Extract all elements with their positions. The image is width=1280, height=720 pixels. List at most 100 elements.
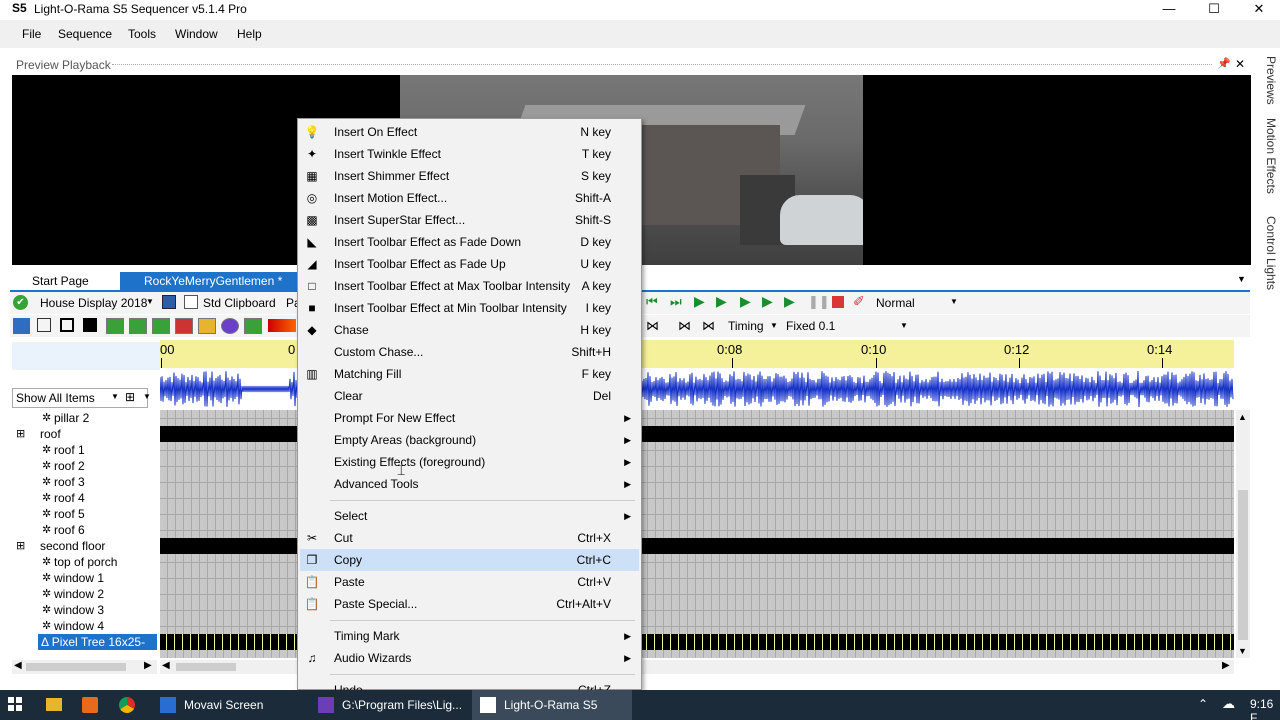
superstar-tool-icon[interactable]: [244, 318, 262, 334]
list-scroll-thumb[interactable]: [26, 663, 126, 671]
menu-item-insert-toolbar-effect-as-fade-up[interactable]: ◢ Insert Toolbar Effect as Fade Up U key: [300, 253, 639, 275]
media-player-icon[interactable]: [82, 697, 98, 713]
timing-tool-icon-2[interactable]: ⋈: [678, 318, 691, 334]
start-windows-icon[interactable]: [8, 697, 22, 711]
menu-item-chase[interactable]: ◆ Chase H key: [300, 319, 639, 341]
side-tab-previews[interactable]: Previews: [1256, 56, 1278, 105]
play-icon[interactable]: ▶: [694, 293, 705, 310]
save-icon[interactable]: [162, 295, 176, 309]
fixed-dropdown-icon[interactable]: ▼: [900, 321, 908, 330]
menu-item-insert-superstar-effect[interactable]: ▩ Insert SuperStar Effect... Shift-S: [300, 209, 639, 231]
tab-rockyemerrygentlemen[interactable]: RockYeMerryGentlemen *: [120, 272, 300, 291]
channel-row[interactable]: ✲ roof 3: [12, 474, 157, 490]
timing-dropdown-icon[interactable]: ▼: [770, 321, 778, 330]
horizontal-scroll-thumb[interactable]: [176, 663, 236, 671]
menu-item-paste-special[interactable]: 📋 Paste Special... Ctrl+Alt+V: [300, 593, 639, 615]
pause-icon[interactable]: ❚❚: [808, 294, 830, 310]
menu-item-existing-effects-foreground[interactable]: Existing Effects (foreground) ▶: [300, 451, 639, 473]
list-scroll-left-icon[interactable]: ◀: [14, 660, 22, 671]
vertical-scroll-thumb[interactable]: [1238, 490, 1248, 640]
record-icon[interactable]: ✐: [853, 293, 865, 310]
tree-options-icon[interactable]: ⊞: [125, 390, 135, 404]
fade-up-tool-icon[interactable]: [106, 318, 124, 334]
scroll-up-icon[interactable]: ▲: [1238, 412, 1247, 422]
stop-icon[interactable]: [832, 296, 844, 308]
display-selector[interactable]: House Display 2018: [40, 296, 147, 310]
maximize-button[interactable]: ☐: [1191, 0, 1237, 20]
channel-row[interactable]: ⊞ roof: [12, 426, 157, 442]
menu-item-empty-areas-background[interactable]: Empty Areas (background) ▶: [300, 429, 639, 451]
menu-item-insert-toolbar-effect-as-fade-down[interactable]: ◣ Insert Toolbar Effect as Fade Down D key: [300, 231, 639, 253]
channel-row[interactable]: ✲ roof 1: [12, 442, 157, 458]
off-tool-icon[interactable]: [83, 318, 97, 332]
taskbar-clock[interactable]: 9:16 F: [1250, 697, 1280, 720]
tray-chevron-icon[interactable]: ⌃: [1198, 697, 1208, 711]
step-icon[interactable]: ⏭: [670, 294, 682, 310]
clipboard-selector[interactable]: Std Clipboard: [203, 296, 276, 310]
clipboard-icon[interactable]: [184, 295, 198, 309]
channel-row[interactable]: ✲ window 2: [12, 586, 157, 602]
chrome-icon[interactable]: [119, 697, 135, 713]
play-from-icon[interactable]: ▶: [716, 293, 727, 310]
select-tool-icon[interactable]: [13, 318, 30, 334]
timing-grid-selector[interactable]: Fixed 0.1: [786, 319, 835, 333]
menu-window[interactable]: Window: [175, 27, 218, 41]
taskbar-task[interactable]: Movavi Screen Captu...: [152, 690, 306, 720]
menu-file[interactable]: File: [22, 27, 41, 41]
close-window-button[interactable]: ✕: [1236, 0, 1280, 20]
jump-start-icon[interactable]: ⏮: [646, 294, 658, 310]
menu-item-advanced-tools[interactable]: Advanced Tools ▶: [300, 473, 639, 495]
menu-item-select[interactable]: Select ▶: [300, 505, 639, 527]
tree-dropdown-icon[interactable]: ▼: [143, 392, 151, 401]
taskbar-task[interactable]: G:\Program Files\Lig...: [310, 690, 468, 720]
timing-tool-icon-1[interactable]: ⋈: [646, 318, 659, 334]
filter-dropdown-icon[interactable]: ▼: [111, 392, 119, 401]
tab-start-page[interactable]: Start Page: [22, 272, 99, 291]
menu-item-insert-toolbar-effect-at-min-toolbar-intensity[interactable]: ■ Insert Toolbar Effect at Min Toolbar In…: [300, 297, 639, 319]
twinkle-tool-icon[interactable]: [37, 318, 51, 332]
menu-help[interactable]: Help: [237, 27, 262, 41]
pin-icon[interactable]: 📌: [1217, 57, 1231, 70]
menu-item-insert-motion-effect[interactable]: ◎ Insert Motion Effect... Shift-A: [300, 187, 639, 209]
shimmer-tool-icon[interactable]: [152, 318, 170, 334]
menu-item-insert-on-effect[interactable]: 💡 Insert On Effect N key: [300, 121, 639, 143]
menu-item-insert-twinkle-effect[interactable]: ✦ Insert Twinkle Effect T key: [300, 143, 639, 165]
chase-tool-icon[interactable]: [175, 318, 193, 334]
menu-item-clear[interactable]: Clear Del: [300, 385, 639, 407]
channel-row[interactable]: ⊞ second floor: [12, 538, 157, 554]
menu-item-timing-mark[interactable]: Timing Mark ▶: [300, 625, 639, 647]
close-preview-icon[interactable]: ✕: [1235, 57, 1245, 71]
menu-item-matching-fill[interactable]: ▥ Matching Fill F key: [300, 363, 639, 385]
channel-row[interactable]: ✲ pillar 2: [12, 410, 157, 426]
file-explorer-icon[interactable]: [46, 698, 62, 711]
menu-item-custom-chase[interactable]: Custom Chase... Shift+H: [300, 341, 639, 363]
timing-tool-icon-3[interactable]: ⋈: [702, 318, 715, 334]
mode-dropdown-icon[interactable]: ▼: [950, 297, 958, 306]
channel-row[interactable]: Δ Pixel Tree 16x25-Lef: [38, 634, 157, 665]
channel-row[interactable]: ✲ window 4: [12, 618, 157, 634]
channel-row[interactable]: ✲ roof 6: [12, 522, 157, 538]
motion-tool-icon[interactable]: [221, 318, 239, 334]
menu-item-paste[interactable]: 📋 Paste Ctrl+V: [300, 571, 639, 593]
mode-selector[interactable]: Normal: [876, 296, 915, 310]
taskbar-task[interactable]: Light-O-Rama S5 Seq...: [472, 690, 632, 720]
on-tool-icon[interactable]: [60, 318, 74, 332]
menu-tools[interactable]: Tools: [128, 27, 156, 41]
timing-label[interactable]: Timing: [728, 319, 764, 333]
menu-sequence[interactable]: Sequence: [58, 27, 112, 41]
side-tab-control-lights[interactable]: Control Lights: [1256, 216, 1278, 296]
expand-icon[interactable]: ⊞: [16, 538, 25, 554]
play-loop-icon[interactable]: ▶: [762, 293, 773, 310]
menu-item-prompt-for-new-effect[interactable]: Prompt For New Effect ▶: [300, 407, 639, 429]
minimize-button[interactable]: —: [1146, 0, 1192, 20]
menu-item-audio-wizards[interactable]: ♫ Audio Wizards ▶: [300, 647, 639, 669]
color-swatch[interactable]: [268, 319, 296, 332]
vertical-scrollbar[interactable]: ▲ ▼: [1236, 410, 1250, 658]
play-end-icon[interactable]: ▶: [784, 293, 795, 310]
channel-row[interactable]: ✲ roof 5: [12, 506, 157, 522]
channel-row[interactable]: ✲ window 1: [12, 570, 157, 586]
list-scroll-right-icon[interactable]: ▶: [144, 660, 152, 671]
fade-down-tool-icon[interactable]: [129, 318, 147, 334]
fill-tool-icon[interactable]: [198, 318, 216, 334]
play-selection-icon[interactable]: ▶: [740, 293, 751, 310]
